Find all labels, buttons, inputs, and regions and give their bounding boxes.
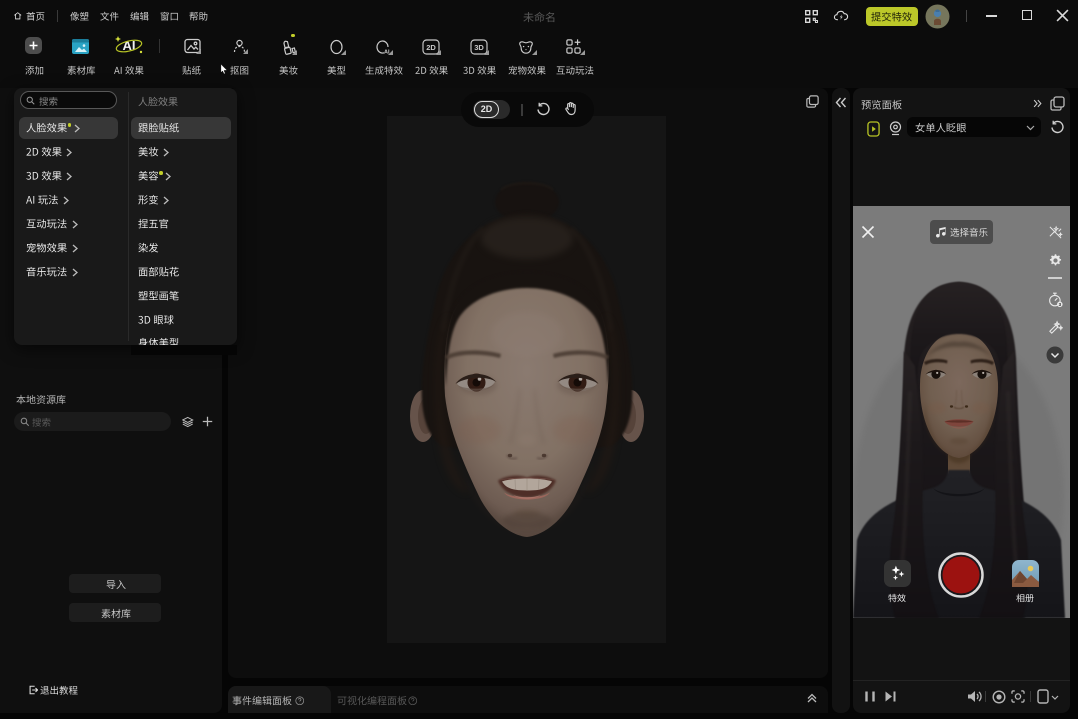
svg-text:3D: 3D [474,43,484,52]
svg-text:2D: 2D [426,43,436,52]
